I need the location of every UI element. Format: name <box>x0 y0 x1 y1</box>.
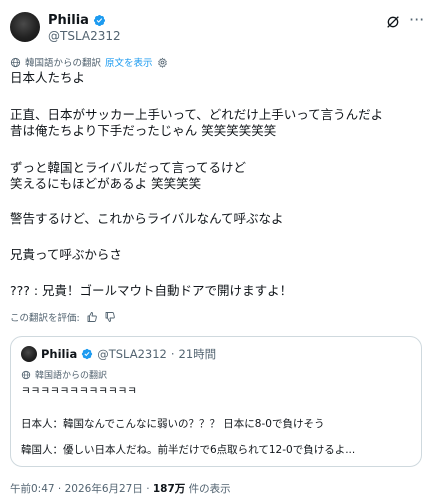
grok-icon[interactable] <box>385 14 401 30</box>
globe-icon <box>21 370 31 379</box>
thumb-up-icon[interactable] <box>86 311 98 323</box>
quoted-text-line: 日本人：韓国なんでこんなに弱いの？？？ 日本に8-0で負けそう <box>21 418 325 430</box>
verified-badge-icon <box>82 348 93 360</box>
quoted-handle: @TSLA2312 <box>97 347 167 361</box>
rate-translation-row: この翻訳を評価: <box>10 310 116 324</box>
globe-icon <box>10 57 21 67</box>
thumb-down-icon[interactable] <box>104 311 116 323</box>
quoted-time: 21時間 <box>178 347 217 361</box>
post-footer: 午前0:47 · 2026年6月27日 · 187万 件の表示 <box>10 481 231 496</box>
author-display-name[interactable]: Philia <box>48 13 89 28</box>
quoted-text-line: 韓国人：優しい日本人だね。前半だけで6点取られて12-0で負けるよ... <box>21 444 356 456</box>
translation-label: 韓国語からの翻訳 <box>25 58 102 69</box>
quoted-avatar <box>21 346 37 362</box>
post-text-line: ??? : 兄貴！ゴールマウト自動ドアで開けますよ！ <box>10 283 293 298</box>
post-timestamp[interactable]: 午前0:47 · 2026年6月27日 · <box>10 483 153 495</box>
verified-badge-icon <box>93 14 105 27</box>
post-text-line: 正直、日本がサッカー上手いって、どれだけ上手いって言うんだよ <box>10 107 384 122</box>
quoted-post-header: Philia @TSLA2312 · 21時間 <box>21 346 216 362</box>
translation-bar: 韓国語からの翻訳 原文を表示 <box>10 55 168 69</box>
avatar[interactable] <box>10 12 40 42</box>
view-count-suffix: 件の表示 <box>185 483 231 495</box>
post-text-line: 日本人たちよ <box>10 70 86 85</box>
quoted-post[interactable]: Philia @TSLA2312 · 21時間 韓国語からの翻訳 ㅋㅋㅋㅋㅋㅋㅋ… <box>10 336 422 467</box>
post-text-line: 警告するけど、これからライバルなんて呼ぶなよ <box>10 211 284 226</box>
more-options-icon[interactable]: ··· <box>409 12 424 32</box>
rate-translation-label: この翻訳を評価: <box>10 313 80 324</box>
post-text-line: 昔は俺たちより下手だったじゃん 笑笑笑笑笑笑 <box>10 123 277 138</box>
quoted-translation-bar: 韓国語からの翻訳 <box>21 368 107 381</box>
view-count: 187万 <box>152 483 186 495</box>
gear-icon[interactable] <box>157 57 168 68</box>
post-text-line: ずっと韓国とライバルだって言ってるけど <box>10 160 247 175</box>
author-handle[interactable]: @TSLA2312 <box>48 29 121 43</box>
quoted-display-name: Philia <box>41 347 78 361</box>
show-original-link[interactable]: 原文を表示 <box>105 55 153 69</box>
quoted-translation-label: 韓国語からの翻訳 <box>35 371 108 381</box>
quoted-text-line: ㅋㅋㅋㅋㅋㅋㅋㅋㅋㅋㅋㅋ <box>21 385 137 397</box>
post-header: Philia @TSLA2312 ··· <box>10 12 424 46</box>
post-text-line: 兄貴って呼ぶからさ <box>10 247 122 262</box>
author-name-row: Philia <box>48 13 106 28</box>
post-text-line: 笑えるにもほどがあるよ 笑笑笑笑 <box>10 176 202 191</box>
quoted-separator: · <box>170 347 175 361</box>
